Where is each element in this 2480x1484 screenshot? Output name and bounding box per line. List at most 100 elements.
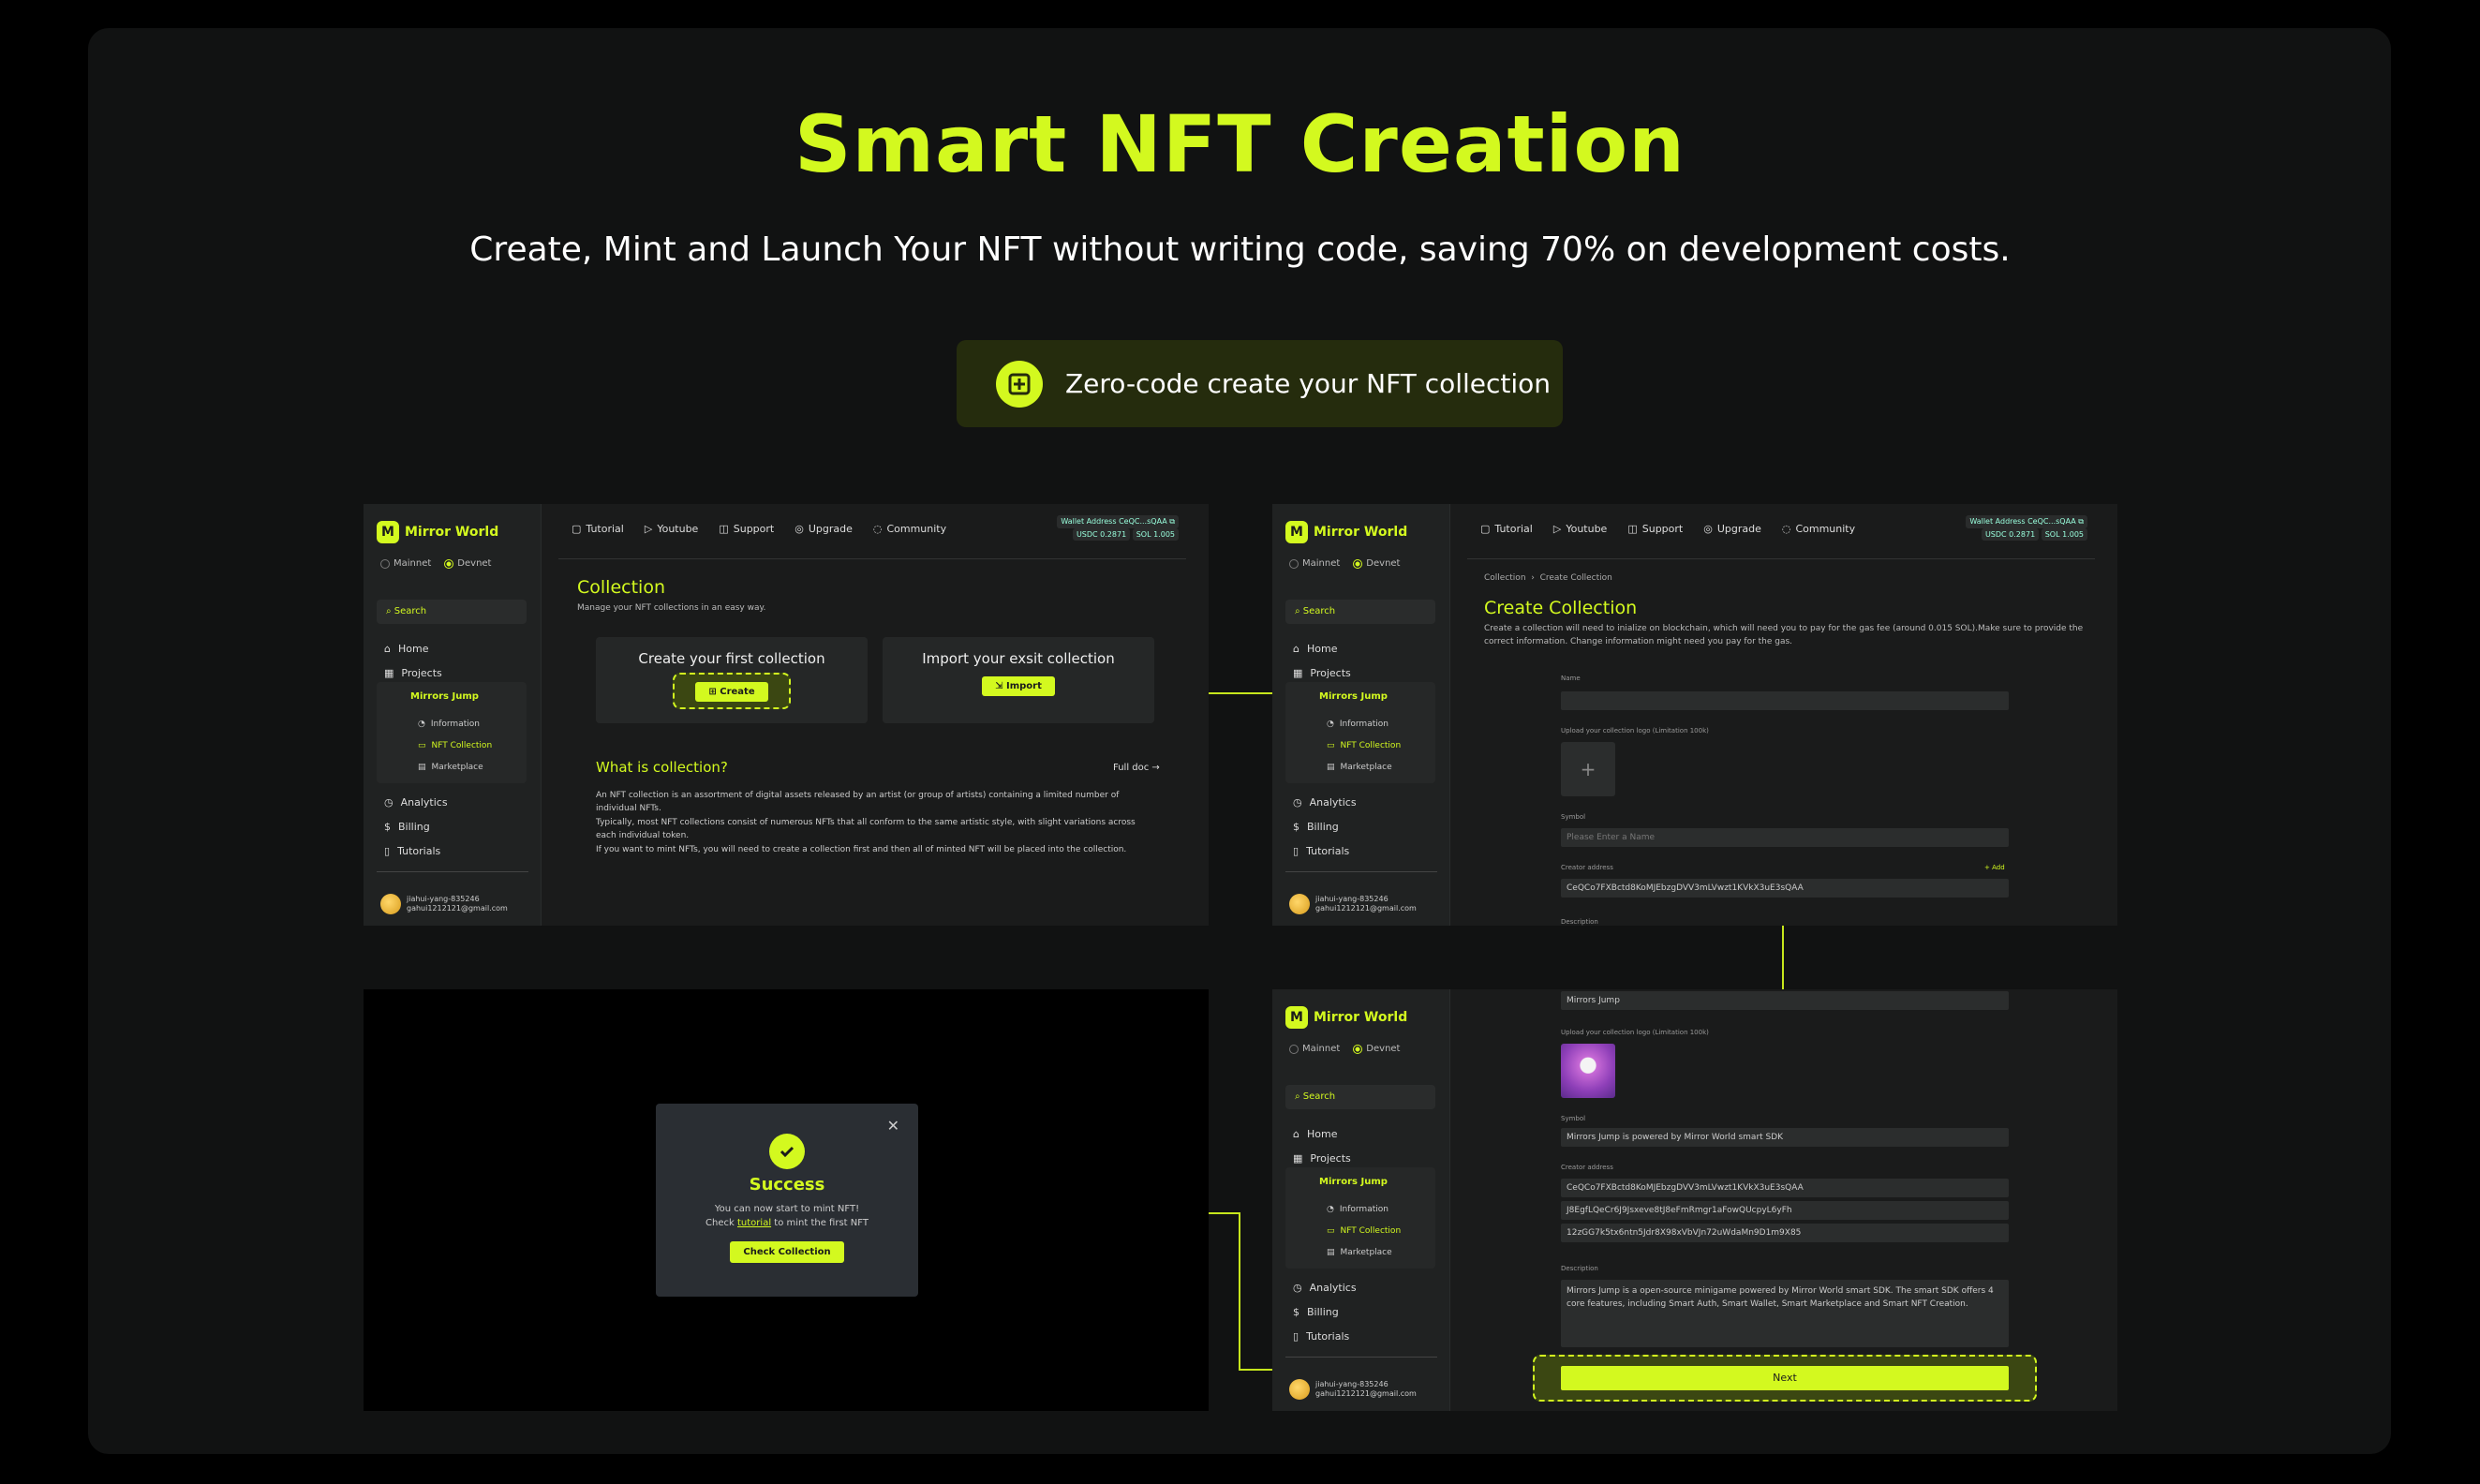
topnav-upgrade[interactable]: ◎ Upgrade <box>1703 523 1761 535</box>
cta-banner[interactable]: Zero-code create your NFT collection <box>957 340 1563 427</box>
section-title: What is collection? <box>596 759 728 776</box>
document-icon: ▯ <box>1293 845 1299 857</box>
project-name[interactable]: Mirrors Jump <box>1319 691 1388 702</box>
topnav-tutorial[interactable]: ▢ Tutorial <box>572 523 624 535</box>
brand-logo[interactable]: M Mirror World <box>1285 521 1407 543</box>
network-mainnet[interactable]: Mainnet <box>380 558 431 569</box>
project-name[interactable]: Mirrors Jump <box>410 691 479 702</box>
subnav-nft-collection[interactable]: ▭ NFT Collection <box>418 741 492 750</box>
symbol-input[interactable]: Please Enter a Name <box>1561 828 2009 847</box>
collection-logo-image[interactable] <box>1561 1044 1615 1098</box>
full-doc-link[interactable]: Full doc → <box>1113 763 1160 773</box>
brand-logo[interactable]: M Mirror World <box>377 521 498 543</box>
name-input[interactable]: Mirrors Jump <box>1561 991 2009 1010</box>
nav-projects[interactable]: ▦ Projects <box>384 667 442 679</box>
wallet-label: Wallet Address <box>1061 517 1117 526</box>
nav-tutorials[interactable]: ▯ Tutorials <box>384 845 440 857</box>
nav-home[interactable]: ⌂ Home <box>1293 643 1337 655</box>
avatar <box>1289 1379 1310 1400</box>
network-mainnet[interactable]: Mainnet <box>1289 1044 1340 1054</box>
network-toggle: Mainnet Devnet <box>1289 1044 1400 1054</box>
description-textarea[interactable]: Mirrors Jump is a open-source minigame p… <box>1561 1280 2009 1347</box>
nav-label: Home <box>1306 1128 1338 1140</box>
user-profile[interactable]: jiahui-yang-835246 gahui1212121@gmail.com <box>1289 1379 1417 1400</box>
topnav-tutorial[interactable]: ▢ Tutorial <box>1480 523 1533 535</box>
topnav-support[interactable]: ◫ Support <box>1627 523 1683 535</box>
card-title: Create your first collection <box>638 650 825 667</box>
subnav-label: Information <box>1339 1205 1389 1214</box>
subnav-information[interactable]: ◔ Information <box>418 720 480 729</box>
tutorial-link[interactable]: tutorial <box>737 1218 771 1228</box>
topnav-label: Youtube <box>1566 523 1608 535</box>
nav-billing[interactable]: $ Billing <box>1293 821 1339 833</box>
next-button[interactable]: Next <box>1561 1366 2009 1390</box>
breadcrumb-collection[interactable]: Collection <box>1484 573 1526 583</box>
network-devnet[interactable]: Devnet <box>1353 558 1400 569</box>
dollar-icon: $ <box>1293 821 1299 833</box>
search-input[interactable]: ⌕ Search <box>1285 600 1435 624</box>
clock-icon: ◷ <box>1293 796 1302 809</box>
topnav-community[interactable]: ◌ Community <box>1782 523 1855 535</box>
topnav-upgrade[interactable]: ◎ Upgrade <box>794 523 853 535</box>
creator-address-input[interactable]: CeQCo7FXBctd8KoMJEbzgDVV3mLVwzt1KVkX3uE3… <box>1561 879 2009 898</box>
subnav-marketplace[interactable]: ▤ Marketplace <box>1327 763 1392 772</box>
subnav-nft-collection[interactable]: ▭ NFT Collection <box>1327 741 1401 750</box>
creator-address-input[interactable]: J8EgfLQeCr6J9Jsxeve8tJ8eFmRmgr1aFowQUcpy… <box>1561 1201 2009 1220</box>
search-input[interactable]: ⌕ Search <box>1285 1085 1435 1109</box>
creator-address-input[interactable]: 12zGG7k5tx6ntn5Jdr8X98xVbVJn72uWdaMn9D1m… <box>1561 1224 2009 1242</box>
network-mainnet[interactable]: Mainnet <box>1289 558 1340 569</box>
usdc-balance: USDC 0.2871 <box>1072 527 1131 542</box>
create-button[interactable]: ⊞ Create <box>695 682 768 702</box>
nav-analytics[interactable]: ◷ Analytics <box>384 796 448 809</box>
brand-logo[interactable]: M Mirror World <box>1285 1006 1407 1029</box>
topnav-label: Support <box>733 523 775 535</box>
nav-billing[interactable]: $ Billing <box>1293 1306 1339 1318</box>
wallet-address[interactable]: CeQC...sQAA <box>1119 517 1167 526</box>
close-icon[interactable]: ✕ <box>887 1117 899 1135</box>
topnav-youtube[interactable]: ▷ Youtube <box>645 523 698 535</box>
user-profile[interactable]: jiahui-yang-835246 gahui1212121@gmail.com <box>380 894 508 914</box>
connector-line <box>1239 1369 1272 1371</box>
subnav-marketplace[interactable]: ▤ Marketplace <box>418 763 483 772</box>
topnav-youtube[interactable]: ▷ Youtube <box>1553 523 1607 535</box>
screenshot-create-collection: M Mirror World Mainnet Devnet ⌕ Search ⌂ Ho… <box>1272 504 2117 926</box>
grid-icon: ▦ <box>384 667 394 679</box>
logo-upload[interactable]: + <box>1561 742 1615 796</box>
subnav-label: NFT Collection <box>1340 741 1402 750</box>
add-address-button[interactable]: + Add <box>1984 864 2005 871</box>
nav-tutorials[interactable]: ▯ Tutorials <box>1293 845 1349 857</box>
creator-address-input[interactable]: CeQCo7FXBctd8KoMJEbzgDVV3mLVwzt1KVkX3uE3… <box>1561 1179 2009 1197</box>
name-input[interactable] <box>1561 691 2009 710</box>
project-name[interactable]: Mirrors Jump <box>1319 1177 1388 1187</box>
nav-home[interactable]: ⌂ Home <box>1293 1128 1337 1140</box>
network-devnet[interactable]: Devnet <box>1353 1044 1400 1054</box>
search-placeholder: Search <box>1302 606 1336 616</box>
subnav-information[interactable]: ◔ Information <box>1327 720 1389 729</box>
nav-projects[interactable]: ▦ Projects <box>1293 667 1351 679</box>
network-devnet[interactable]: Devnet <box>444 558 491 569</box>
search-input[interactable]: ⌕ Search <box>377 600 527 624</box>
symbol-input[interactable]: Mirrors Jump is powered by Mirror World … <box>1561 1128 2009 1147</box>
nav-label: Tutorials <box>1306 845 1350 857</box>
wallet-address[interactable]: CeQC...sQAA <box>2027 517 2076 526</box>
subnav-nft-collection[interactable]: ▭ NFT Collection <box>1327 1226 1401 1236</box>
nav-projects[interactable]: ▦ Projects <box>1293 1152 1351 1165</box>
import-button[interactable]: ⇲ Import <box>982 676 1055 696</box>
nav-label: Analytics <box>1309 796 1357 809</box>
check-collection-button[interactable]: Check Collection <box>730 1241 844 1263</box>
subnav-marketplace[interactable]: ▤ Marketplace <box>1327 1248 1392 1257</box>
nav-tutorials[interactable]: ▯ Tutorials <box>1293 1330 1349 1343</box>
wallet-label: Wallet Address <box>1969 517 2026 526</box>
full-doc-label: Full doc <box>1113 763 1150 773</box>
subnav-information[interactable]: ◔ Information <box>1327 1205 1389 1214</box>
topnav-community[interactable]: ◌ Community <box>873 523 946 535</box>
nav-analytics[interactable]: ◷ Analytics <box>1293 796 1357 809</box>
nav-label: Tutorials <box>397 845 441 857</box>
topnav-support[interactable]: ◫ Support <box>719 523 774 535</box>
nav-analytics[interactable]: ◷ Analytics <box>1293 1282 1357 1294</box>
card-title: Import your exsit collection <box>922 650 1115 667</box>
nav-home[interactable]: ⌂ Home <box>384 643 428 655</box>
nav-billing[interactable]: $ Billing <box>384 821 430 833</box>
network-toggle: Mainnet Devnet <box>380 558 491 569</box>
user-profile[interactable]: jiahui-yang-835246 gahui1212121@gmail.com <box>1289 894 1417 914</box>
